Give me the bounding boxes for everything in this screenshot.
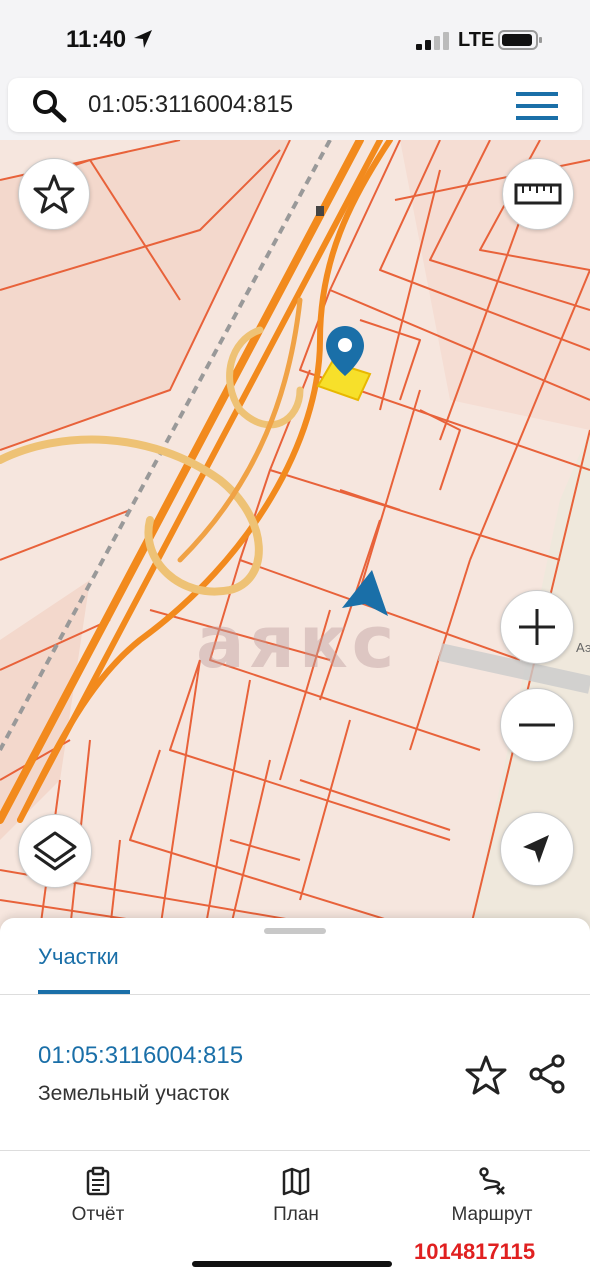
bottom-nav: Отчёт План Маршрут 1014817115 [0,1152,590,1280]
nav-label: План [273,1204,319,1225]
map-watermark: аякс [196,600,399,684]
layers-icon [33,831,77,871]
nav-report[interactable]: Отчёт [56,1166,140,1226]
plus-icon [519,609,555,645]
status-bar: 11:40 LTE [0,0,590,78]
search-bar[interactable]: 01:05:3116004:815 [8,78,582,132]
divider [0,1150,590,1151]
search-input[interactable]: 01:05:3116004:815 [88,91,293,119]
ruler-button[interactable] [502,158,574,230]
my-location-button[interactable] [500,812,574,886]
minus-icon [519,723,555,727]
battery-icon [498,30,542,50]
nav-label: Маршрут [451,1204,533,1225]
zoom-out-button[interactable] [500,688,574,762]
nav-plan[interactable]: План [254,1166,338,1226]
home-indicator [192,1261,392,1267]
star-icon [33,174,75,214]
map-view[interactable]: аякс Аэ [0,140,590,930]
nav-label: Отчёт [71,1204,125,1225]
location-arrow-icon [134,30,152,48]
navigation-arrow-icon [523,835,549,863]
nav-route[interactable]: Маршрут [440,1166,544,1226]
network-type: LTE [458,29,495,51]
ruler-icon [514,183,562,205]
signal-icon [416,32,449,50]
share-icon[interactable] [524,1052,568,1096]
status-time: 11:40 [66,26,127,53]
parcel-number-link[interactable]: 01:05:3116004:815 [38,1042,243,1070]
tab-parcels[interactable]: Участки [38,944,119,970]
map-icon [282,1167,310,1196]
parcel-type: Земельный участок [38,1082,230,1105]
star-icon[interactable] [464,1054,508,1096]
search-icon[interactable] [30,88,70,124]
menu-icon[interactable] [516,90,558,122]
street-label: Аэ [576,640,590,655]
zoom-in-button[interactable] [500,590,574,664]
favorite-map-button[interactable] [18,158,90,230]
clipboard-icon [86,1166,110,1196]
route-icon [479,1167,505,1195]
divider [0,994,590,995]
listing-id: 1014817115 [414,1239,536,1264]
sheet-handle[interactable] [264,928,326,934]
layers-button[interactable] [18,814,92,888]
cadastral-map [0,140,590,930]
